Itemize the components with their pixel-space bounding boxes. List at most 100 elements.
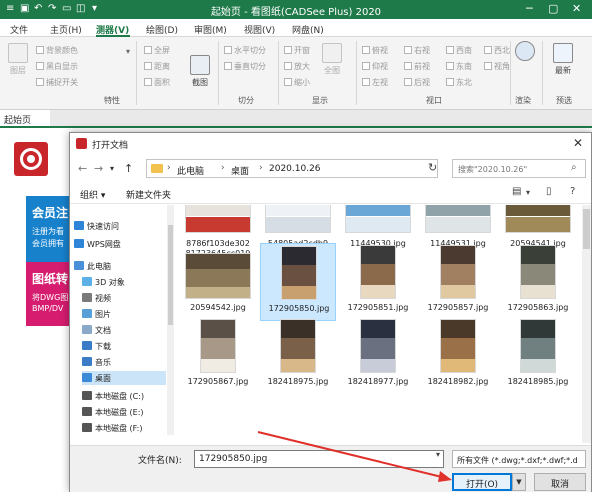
member-register-tile[interactable]: 会员注 注册为看 会员拥有 xyxy=(26,196,74,262)
nav-drive-e[interactable]: 本地磁盘 (E:) xyxy=(82,405,175,419)
view-bottom-button[interactable]: 仰视 xyxy=(362,61,388,72)
chevron-right-icon[interactable]: › xyxy=(259,163,263,173)
full-screen-button[interactable]: 全屏 xyxy=(144,45,170,56)
drive-icon xyxy=(82,407,92,416)
folder-icon xyxy=(151,164,163,173)
nav-quick-access[interactable]: 快速访问 xyxy=(74,219,172,233)
search-input[interactable]: 搜索"2020.10.26" ⌕ xyxy=(452,159,586,178)
view-front-button[interactable]: 前视 xyxy=(404,61,430,72)
distance-button[interactable]: 距离 xyxy=(144,61,170,72)
recent-dropdown-icon[interactable]: ▾ xyxy=(110,164,114,173)
nav-videos[interactable]: 视频 xyxy=(82,291,175,305)
screenshot-button[interactable]: 截图 xyxy=(188,55,212,88)
breadcrumb-this-pc[interactable]: 此电脑 xyxy=(177,164,204,177)
global-view-button[interactable]: 全图 xyxy=(318,43,346,76)
file-type-select[interactable]: 所有文件 (*.dwg;*.dxf;*.dwf;*.d xyxy=(452,450,586,468)
view-angle-button[interactable]: 视角 xyxy=(484,61,510,72)
menu-review[interactable]: 审图(M) xyxy=(194,23,227,36)
file-item[interactable]: 172905850.jpg xyxy=(260,243,336,321)
preview-pane-icon[interactable]: ▯ xyxy=(546,186,552,197)
zoom-out-button[interactable]: 缩小 xyxy=(284,77,310,88)
address-bar[interactable]: › 此电脑 › 桌面 › 2020.10.26 ∨ xyxy=(146,159,496,178)
menu-draw[interactable]: 绘图(D) xyxy=(146,23,178,36)
nav-3d-objects[interactable]: 3D 对象 xyxy=(82,275,175,289)
view-back-button[interactable]: 后视 xyxy=(404,77,430,88)
horizontal-split-button[interactable]: 水平切分 xyxy=(224,45,266,56)
view-left-button[interactable]: 左视 xyxy=(362,77,388,88)
nav-desktop[interactable]: 桌面 xyxy=(82,371,166,385)
breadcrumb-folder[interactable]: 2020.10.26 xyxy=(269,164,321,174)
new-folder-button[interactable]: 新建文件夹 xyxy=(126,188,171,201)
layer-dropdown[interactable]: ▾ xyxy=(126,47,130,56)
layer-button[interactable]: 图层 xyxy=(6,43,30,76)
cancel-button[interactable]: 取消 xyxy=(534,473,586,491)
view-left-label: 左视 xyxy=(372,78,388,87)
file-item[interactable]: 182418975.jpg xyxy=(260,317,336,395)
nav-documents[interactable]: 文档 xyxy=(82,323,175,337)
grid-scrollbar-thumb[interactable] xyxy=(583,209,590,249)
convert-tile[interactable]: 图纸转 将DWG图 BMP/DV xyxy=(26,262,74,326)
thumbnail-band xyxy=(201,338,235,359)
file-item[interactable]: 182418985.jpg xyxy=(500,317,576,395)
file-item[interactable]: 182418977.jpg xyxy=(340,317,416,395)
view-ne-button[interactable]: 东北 xyxy=(446,77,472,88)
menu-views[interactable]: 视图(V) xyxy=(244,23,275,36)
vertical-split-button[interactable]: 垂直切分 xyxy=(224,61,266,72)
file-item[interactable]: 182418982.jpg xyxy=(420,317,496,395)
nav-wps-cloud[interactable]: WPS网盘 xyxy=(74,237,172,251)
organize-button[interactable]: 组织 ▾ xyxy=(80,188,105,201)
breadcrumb-desktop[interactable]: 桌面 xyxy=(231,164,249,177)
forward-arrow-icon[interactable]: → xyxy=(94,162,103,175)
pan-window-button[interactable]: 开窗 xyxy=(284,45,310,56)
nav-scrollbar[interactable] xyxy=(167,205,174,435)
file-item[interactable]: 172905867.jpg xyxy=(180,317,256,395)
ruler-icon xyxy=(144,62,152,70)
view-right-button[interactable]: 右视 xyxy=(404,45,430,56)
nav-drive-f[interactable]: 本地磁盘 (F:) xyxy=(82,421,175,435)
chevron-right-icon[interactable]: › xyxy=(167,163,171,173)
file-item[interactable]: 20594542.jpg xyxy=(180,243,256,321)
view-mode-icon[interactable]: ▤ xyxy=(512,186,521,197)
restore-icon[interactable]: ▢ xyxy=(548,2,558,15)
file-name-dropdown-icon[interactable]: ▾ xyxy=(436,450,440,459)
menu-cloud[interactable]: 网盘(N) xyxy=(292,23,324,36)
nav-music[interactable]: 音乐 xyxy=(82,355,175,369)
start-page-tab[interactable]: 起始页 xyxy=(0,110,50,126)
chevron-right-icon[interactable]: › xyxy=(221,163,225,173)
minimize-icon[interactable]: ─ xyxy=(526,2,533,15)
menu-home[interactable]: 主页(H) xyxy=(50,23,82,36)
open-button[interactable]: 打开(O) xyxy=(452,473,512,491)
open-dropdown-icon[interactable]: ▼ xyxy=(512,473,526,491)
file-item[interactable]: 172905863.jpg xyxy=(500,243,576,321)
black-white-button[interactable]: 黑白显示 xyxy=(36,61,78,72)
menu-file[interactable]: 文件 xyxy=(10,23,28,36)
dialog-close-icon[interactable]: ✕ xyxy=(573,136,583,150)
file-item[interactable]: 172905857.jpg xyxy=(420,243,496,321)
file-name-input[interactable]: 172905850.jpg xyxy=(194,450,444,468)
bg-color-button[interactable]: 背景颜色 xyxy=(36,45,78,56)
back-arrow-icon[interactable]: ← xyxy=(78,162,87,175)
nav-this-pc[interactable]: 此电脑 xyxy=(74,259,172,273)
zoom-in-button[interactable]: 放大 xyxy=(284,61,310,72)
help-icon[interactable]: ? xyxy=(570,186,575,197)
nav-pictures[interactable]: 图片 xyxy=(82,307,175,321)
grid-scrollbar[interactable] xyxy=(582,205,591,443)
nav-drive-c[interactable]: 本地磁盘 (C:) xyxy=(82,389,175,403)
view-nw-button[interactable]: 西北 xyxy=(484,45,510,56)
file-name: 20594542.jpg xyxy=(190,303,246,312)
view-top-button[interactable]: 俯视 xyxy=(362,45,388,56)
view-sw-button[interactable]: 西南 xyxy=(446,45,472,56)
file-item[interactable]: 172905851.jpg xyxy=(340,243,416,321)
snap-toggle-button[interactable]: 捕捉开关 xyxy=(36,77,78,88)
up-arrow-icon[interactable]: ↑ xyxy=(124,162,133,175)
close-icon[interactable]: ✕ xyxy=(572,2,581,15)
view-angle-label: 视角 xyxy=(494,62,510,71)
area-button[interactable]: 面积 xyxy=(144,77,170,88)
nav-downloads[interactable]: 下载 xyxy=(82,339,175,353)
render-orbit-button[interactable] xyxy=(514,41,536,63)
view-mode-dropdown-icon[interactable]: ▾ xyxy=(526,188,530,197)
refresh-icon[interactable]: ↻ xyxy=(428,161,437,174)
latest-button[interactable]: 最新 xyxy=(550,43,576,76)
nav-scrollbar-thumb[interactable] xyxy=(168,225,173,325)
view-se-button[interactable]: 东南 xyxy=(446,61,472,72)
